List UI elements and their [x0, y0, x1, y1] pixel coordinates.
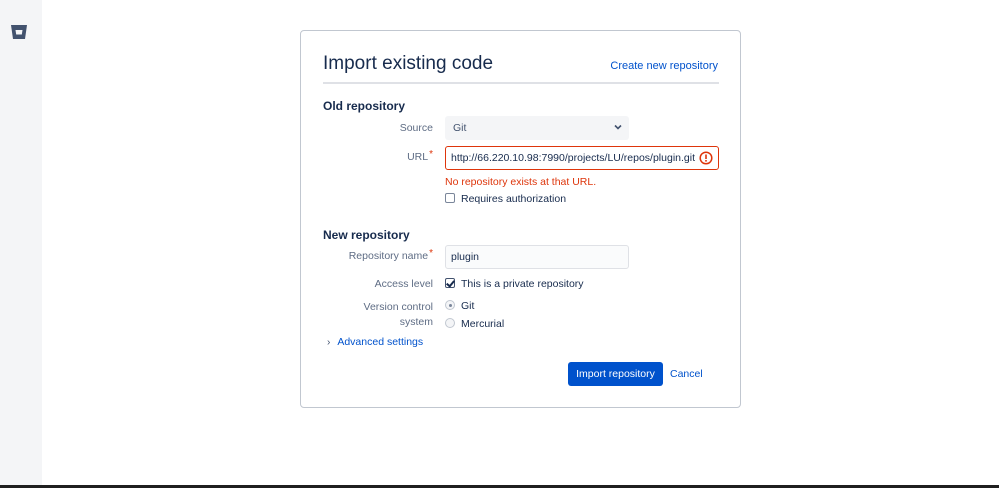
- page-title: Import existing code: [323, 53, 494, 74]
- repository-name-label: Repository name*: [348, 248, 433, 262]
- bitbucket-logo-icon[interactable]: [10, 23, 28, 41]
- advanced-settings-toggle[interactable]: › Advanced settings: [327, 336, 423, 348]
- access-level-label: Access level: [374, 278, 433, 290]
- requires-authorization-label: Requires authorization: [461, 193, 567, 205]
- git-radio-label: Git: [461, 300, 475, 312]
- source-select[interactable]: Git: [445, 116, 629, 140]
- url-error-message: No repository exists at that URL.: [445, 176, 597, 188]
- vcs-option-git[interactable]: Git: [445, 300, 474, 312]
- url-input-value: http://66.220.10.98:7990/projects/LU/rep…: [451, 152, 696, 164]
- old-repository-heading: Old repository: [323, 99, 406, 113]
- version-control-label-line2: system: [399, 316, 433, 328]
- chevron-down-icon: [614, 124, 622, 130]
- source-label: Source: [399, 122, 433, 134]
- import-form-card: Import existing code Create new reposito…: [300, 30, 741, 408]
- repository-name-input[interactable]: plugin: [445, 245, 629, 269]
- version-control-label-line1: Version control: [363, 301, 433, 313]
- mercurial-radio[interactable]: [445, 318, 455, 328]
- required-asterisk: *: [429, 248, 433, 259]
- git-radio[interactable]: [445, 300, 455, 310]
- advanced-settings-label: Advanced settings: [337, 336, 424, 348]
- mercurial-radio-label: Mercurial: [461, 318, 505, 330]
- required-asterisk: *: [429, 149, 433, 160]
- error-icon: [699, 151, 713, 165]
- requires-authorization-checkbox[interactable]: [445, 193, 455, 203]
- url-label-text: URL: [407, 151, 429, 163]
- url-label: URL*: [407, 149, 433, 163]
- private-repository-label: This is a private repository: [461, 278, 584, 290]
- url-input[interactable]: http://66.220.10.98:7990/projects/LU/rep…: [445, 146, 719, 170]
- chevron-right-icon: ›: [327, 337, 331, 348]
- vcs-option-mercurial[interactable]: Mercurial: [445, 318, 504, 330]
- repository-name-label-text: Repository name: [348, 250, 429, 262]
- private-repository-checkbox[interactable]: [445, 278, 455, 288]
- create-new-repository-link[interactable]: Create new repository: [610, 60, 718, 72]
- sidebar: [0, 0, 42, 488]
- import-repository-button[interactable]: Import repository: [568, 362, 663, 386]
- requires-authorization-row[interactable]: Requires authorization: [445, 193, 566, 205]
- version-control-label: Version control system: [364, 300, 433, 330]
- source-select-value: Git: [453, 122, 467, 134]
- cancel-link[interactable]: Cancel: [670, 368, 703, 380]
- private-repository-row[interactable]: This is a private repository: [445, 278, 584, 290]
- title-divider: [323, 82, 719, 84]
- new-repository-heading: New repository: [323, 228, 410, 242]
